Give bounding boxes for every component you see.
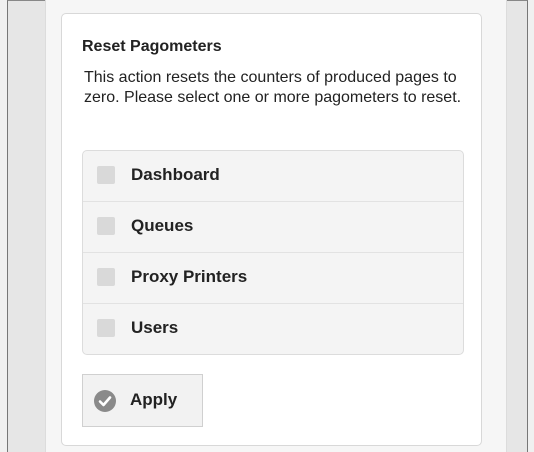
option-dashboard[interactable]: Dashboard <box>83 151 463 202</box>
proxy-printers-checkbox[interactable] <box>97 268 115 286</box>
users-checkbox[interactable] <box>97 319 115 337</box>
queues-checkbox[interactable] <box>97 217 115 235</box>
option-label: Dashboard <box>131 165 220 184</box>
panel-description: This action resets the counters of produ… <box>84 69 462 106</box>
option-label: Proxy Printers <box>131 267 248 286</box>
apply-button[interactable]: Apply <box>82 374 203 427</box>
option-proxy-printers[interactable]: Proxy Printers <box>83 253 463 304</box>
dashboard-checkbox[interactable] <box>97 166 115 184</box>
check-circle-icon <box>94 390 116 412</box>
reset-pagometers-panel: Reset Pagometers This action resets the … <box>61 13 482 446</box>
option-label: Queues <box>131 216 194 235</box>
option-users[interactable]: Users <box>83 304 463 354</box>
pagometer-options-list: Dashboard Queues Proxy Printers Users <box>82 150 464 355</box>
option-label: Users <box>131 318 179 337</box>
panel-title: Reset Pagometers <box>82 38 222 55</box>
option-queues[interactable]: Queues <box>83 202 463 253</box>
apply-button-label: Apply <box>130 390 178 409</box>
